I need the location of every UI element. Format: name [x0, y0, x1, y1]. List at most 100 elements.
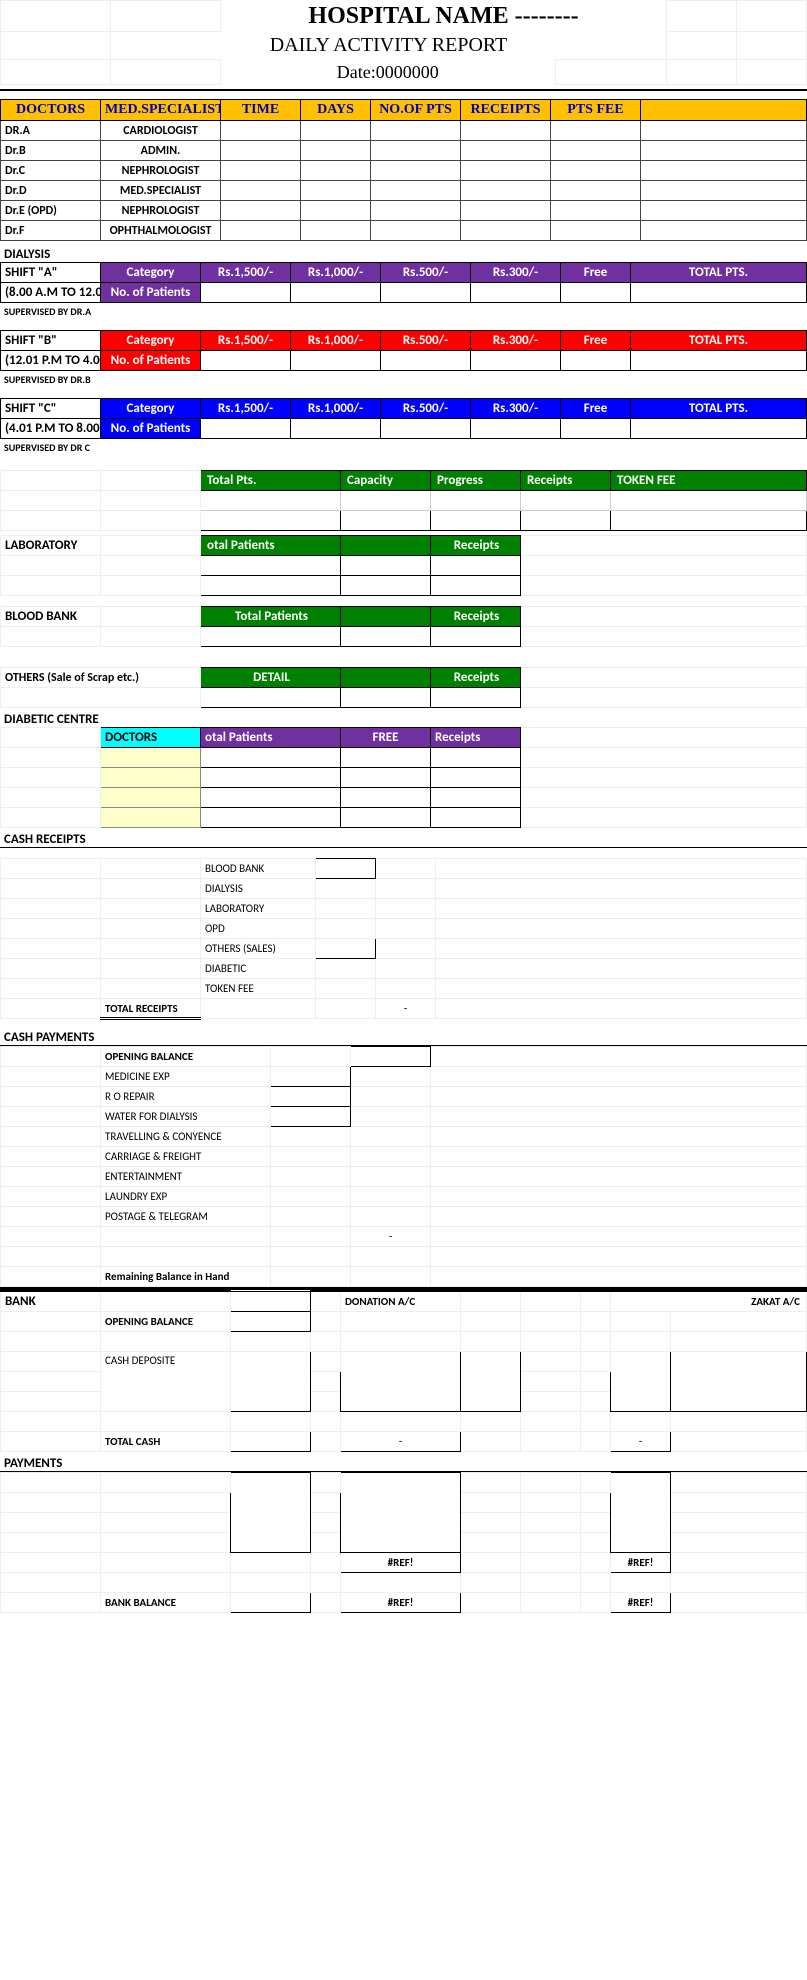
donation-ac: DONATION A/C — [341, 1291, 461, 1312]
doctors-header-row: DOCTORS MED.SPECIALIST TIME DAYS NO.OF P… — [1, 100, 807, 121]
cash-payments-table: OPENING BALANCE MEDICINE EXP R O REPAIR … — [0, 1046, 807, 1287]
cp-item: LAUNDRY EXP — [101, 1187, 271, 1207]
bank-balance: BANK BALANCE — [101, 1593, 231, 1613]
shift-b-supervised: SUPERVISED BY DR.B — [0, 371, 807, 388]
cash-deposite: CASH DEPOSITE — [101, 1352, 231, 1412]
table-row: Dr.DMED.SPECIALIST — [1, 181, 807, 201]
col-time: TIME — [221, 100, 301, 121]
col-fee: PTS FEE — [551, 100, 641, 121]
bank-dash2: - — [611, 1432, 671, 1452]
laboratory-label: LABORATORY — [1, 536, 101, 556]
report-title: DAILY ACTIVITY REPORT — [111, 32, 667, 60]
lab-receipts: Receipts — [431, 536, 521, 556]
col-1500: Rs.1,500/- — [201, 263, 291, 283]
col-300: Rs.300/- — [471, 263, 561, 283]
bank-opening: OPENING BALANCE — [101, 1312, 231, 1332]
shift-a-supervised: SUPERVISED BY DR.A — [0, 303, 807, 320]
report-date: Date:0000000 — [221, 60, 556, 85]
bank-label: BANK — [1, 1291, 101, 1312]
bloodbank-label: BLOOD BANK — [1, 607, 101, 627]
diabetic-free: FREE — [341, 728, 431, 748]
table-row: Dr.E (OPD)NEPHROLOGIST — [1, 201, 807, 221]
total-cash: TOTAL CASH — [101, 1432, 231, 1452]
cr-item: OPD — [201, 919, 316, 939]
col-total: TOTAL PTS. — [631, 263, 807, 283]
total-receipts: TOTAL RECEIPTS — [101, 999, 201, 1019]
shift-c-label: SHIFT "C" — [1, 399, 101, 419]
bank-payments-table: #REF!#REF! BANK BALANCE #REF! #REF! — [0, 1472, 807, 1613]
cr-item: BLOOD BANK — [201, 859, 316, 879]
col-specialist: MED.SPECIALIST — [101, 100, 221, 121]
cr-item: DIABETIC — [201, 959, 316, 979]
diabetic-doctors: DOCTORS — [101, 728, 201, 748]
col-1000: Rs.1,000/- — [291, 263, 381, 283]
col-free: Free — [561, 263, 631, 283]
divider — [0, 89, 807, 91]
remaining-balance: Remaining Balance in Hand — [101, 1267, 271, 1287]
others-receipts: Receipts — [431, 668, 521, 688]
cp-item: CARRIAGE & FREIGHT — [101, 1147, 271, 1167]
col-500: Rs.500/- — [381, 263, 471, 283]
cr-item: OTHERS (SALES) — [201, 939, 316, 959]
col-receipts: Receipts — [521, 471, 611, 491]
col-capacity: Capacity — [341, 471, 431, 491]
shift-c-table: SHIFT "C" Category Rs.1,500/- Rs.1,000/-… — [0, 398, 807, 439]
diabetic-total-patients: otal Patients — [201, 728, 341, 748]
shift-c-supervised: SUPERVISED BY DR C — [0, 439, 807, 456]
diabetic-table: DOCTORS otal Patients FREE Receipts — [0, 727, 807, 828]
col-tokenfee: TOKEN FEE — [611, 471, 807, 491]
shift-b-time: (12.01 P.M TO 4.00 — [1, 351, 101, 371]
shift-b-table: SHIFT "B" Category Rs.1,500/- Rs.1,000/-… — [0, 330, 807, 371]
cp-item: POSTAGE & TELEGRAM — [101, 1207, 271, 1227]
lab-total-patients: otal Patients — [201, 536, 341, 556]
ref-error: #REF! — [611, 1593, 671, 1613]
ref-error: #REF! — [341, 1553, 461, 1573]
diabetic-receipts: Receipts — [431, 728, 521, 748]
shift-a-label: SHIFT "A" — [1, 263, 101, 283]
bank-dash: - — [341, 1432, 461, 1452]
others-detail: DETAIL — [201, 668, 341, 688]
zakat-ac: ZAKAT A/C — [611, 1291, 807, 1312]
bank-table: BANK DONATION A/C ZAKAT A/C OPENING BALA… — [0, 1290, 807, 1452]
table-row: Dr.FOPHTHALMOLOGIST — [1, 221, 807, 241]
hospital-name: HOSPITAL NAME -------- — [221, 1, 667, 32]
cash-receipts-table: BLOOD BANK DIALYSIS LABORATORY OPD OTHER… — [0, 858, 807, 1020]
table-row: Dr.CNEPHROLOGIST — [1, 161, 807, 181]
dialysis-title: DIALYSIS — [0, 247, 807, 262]
bb-receipts: Receipts — [431, 607, 521, 627]
cr-item: TOKEN FEE — [201, 979, 316, 999]
doctors-table: DOCTORS MED.SPECIALIST TIME DAYS NO.OF P… — [0, 99, 807, 241]
cp-item: WATER FOR DIALYSIS — [101, 1107, 271, 1127]
cr-item: DIALYSIS — [201, 879, 316, 899]
bb-total-patients: Total Patients — [201, 607, 341, 627]
shift-b-label: SHIFT "B" — [1, 331, 101, 351]
bloodbank-table: BLOOD BANK Total Patients Receipts — [0, 606, 807, 647]
col-progress: Progress — [431, 471, 521, 491]
col-pts: NO.OF PTS — [371, 100, 461, 121]
shift-a-table: SHIFT "A" Category Rs.1,500/- Rs.1,000/-… — [0, 262, 807, 303]
cr-item: LABORATORY — [201, 899, 316, 919]
opening-balance: OPENING BALANCE — [101, 1047, 271, 1067]
cash-payments-title: CASH PAYMENTS — [0, 1030, 807, 1046]
col-doctors: DOCTORS — [1, 100, 101, 121]
cp-item: TRAVELLING & CONYENCE — [101, 1127, 271, 1147]
shift-c-time: (4.01 P.M TO 8.00 — [1, 419, 101, 439]
cp-dash: - — [351, 1227, 431, 1247]
cp-item: R O REPAIR — [101, 1087, 271, 1107]
table-row: Dr.BADMIN. — [1, 141, 807, 161]
col-receipts: RECEIPTS — [461, 100, 551, 121]
diabetic-title: DIABETIC CENTRE — [0, 712, 807, 727]
cash-receipts-title: CASH RECEIPTS — [0, 832, 807, 848]
summary-table: Total Pts. Capacity Progress Receipts TO… — [0, 470, 807, 531]
laboratory-table: LABORATORY otal Patients Receipts — [0, 535, 807, 596]
payments-title: PAYMENTS — [0, 1456, 807, 1472]
cr-dash: - — [376, 999, 436, 1019]
cp-item: MEDICINE EXP — [101, 1067, 271, 1087]
table-row: DR.ACARDIOLOGIST — [1, 121, 807, 141]
header-table: HOSPITAL NAME -------- DAILY ACTIVITY RE… — [0, 0, 807, 85]
others-label: OTHERS (Sale of Scrap etc.) — [1, 668, 201, 688]
col-category: Category — [101, 263, 201, 283]
others-table: OTHERS (Sale of Scrap etc.) DETAIL Recei… — [0, 667, 807, 708]
ref-error: #REF! — [341, 1593, 461, 1613]
cp-item: ENTERTAINMENT — [101, 1167, 271, 1187]
